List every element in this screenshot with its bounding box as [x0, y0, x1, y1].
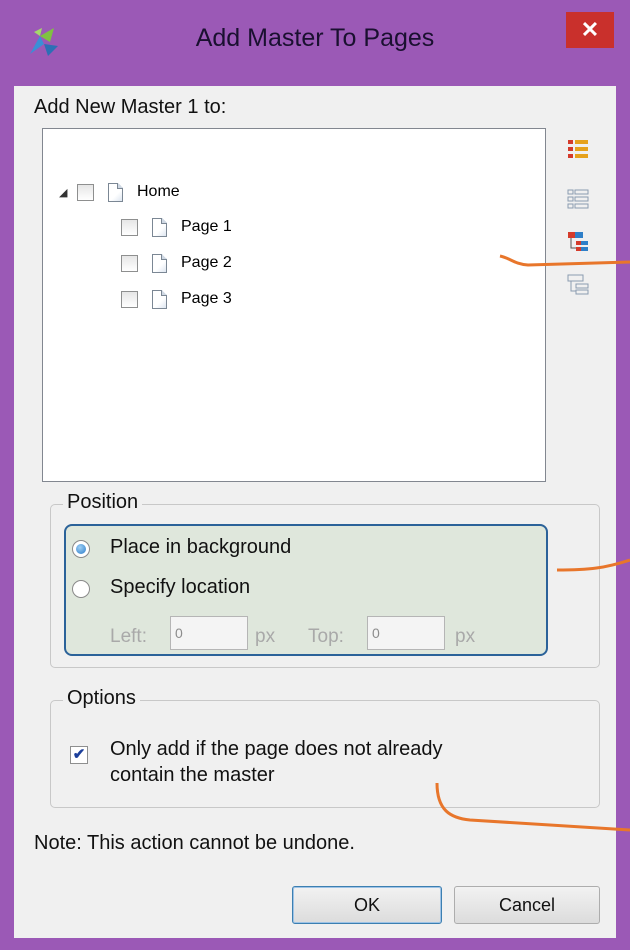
- ok-button[interactable]: OK: [292, 886, 442, 924]
- top-label: Top:: [308, 626, 344, 647]
- specify-location-label[interactable]: Specify location: [110, 576, 250, 599]
- tree-item-label: Page 2: [181, 254, 232, 271]
- close-icon: ✕: [580, 17, 600, 42]
- page-icon: [152, 289, 167, 309]
- tree-item-home[interactable]: ◢ Home: [59, 178, 180, 206]
- tree-checkbox[interactable]: [121, 290, 138, 308]
- left-input[interactable]: [170, 616, 248, 650]
- close-button[interactable]: ✕: [566, 12, 614, 48]
- tree-item-label: Page 1: [181, 218, 232, 235]
- page-icon: [152, 253, 167, 273]
- cancel-button[interactable]: Cancel: [454, 886, 600, 924]
- only-add-label-line2: contain the master: [110, 764, 275, 786]
- tree-item-label: Home: [137, 183, 180, 200]
- uncheck-all-icon[interactable]: [567, 188, 589, 210]
- check-all-icon[interactable]: [567, 138, 589, 160]
- page-icon: [108, 182, 123, 202]
- dialog-window: Add Master To Pages ✕ Add New Master 1 t…: [0, 0, 630, 950]
- note-text: Note: This action cannot be undone.: [34, 832, 355, 854]
- check-children-icon[interactable]: [567, 231, 589, 253]
- top-unit-label: px: [455, 626, 476, 647]
- tree-item-page-3[interactable]: Page 3: [121, 285, 232, 313]
- left-label: Left:: [110, 626, 147, 647]
- window-title: Add Master To Pages: [195, 24, 435, 52]
- position-group-label: Position: [63, 491, 143, 514]
- tree-checkbox[interactable]: [121, 218, 138, 236]
- tree-checkbox[interactable]: [121, 254, 138, 272]
- tree-heading: Add New Master 1 to:: [34, 96, 227, 118]
- expand-collapse-icon[interactable]: ◢: [59, 186, 73, 199]
- title-bar[interactable]: Add Master To Pages ✕: [0, 0, 630, 86]
- only-add-label[interactable]: Only add if the page does not already co…: [110, 736, 442, 788]
- place-in-background-radio[interactable]: [72, 540, 90, 558]
- tree-item-page-2[interactable]: Page 2: [121, 249, 232, 277]
- uncheck-children-icon[interactable]: [567, 274, 589, 296]
- page-icon: [152, 217, 167, 237]
- tree-item-page-1[interactable]: Page 1: [121, 213, 232, 241]
- options-group-label: Options: [63, 687, 140, 710]
- place-in-background-label[interactable]: Place in background: [110, 536, 291, 559]
- dialog-body: Add New Master 1 to: ◢ Home Page 1 Page …: [14, 86, 616, 938]
- only-add-checkbox[interactable]: ✔: [70, 746, 88, 764]
- top-input[interactable]: [367, 616, 445, 650]
- only-add-label-line1: Only add if the page does not already: [110, 738, 443, 760]
- tree-item-label: Page 3: [181, 290, 232, 307]
- specify-location-radio[interactable]: [72, 580, 90, 598]
- left-unit-label: px: [255, 626, 276, 647]
- page-tree[interactable]: ◢ Home Page 1 Page 2 Page 3: [42, 128, 546, 482]
- tree-checkbox[interactable]: [77, 183, 94, 201]
